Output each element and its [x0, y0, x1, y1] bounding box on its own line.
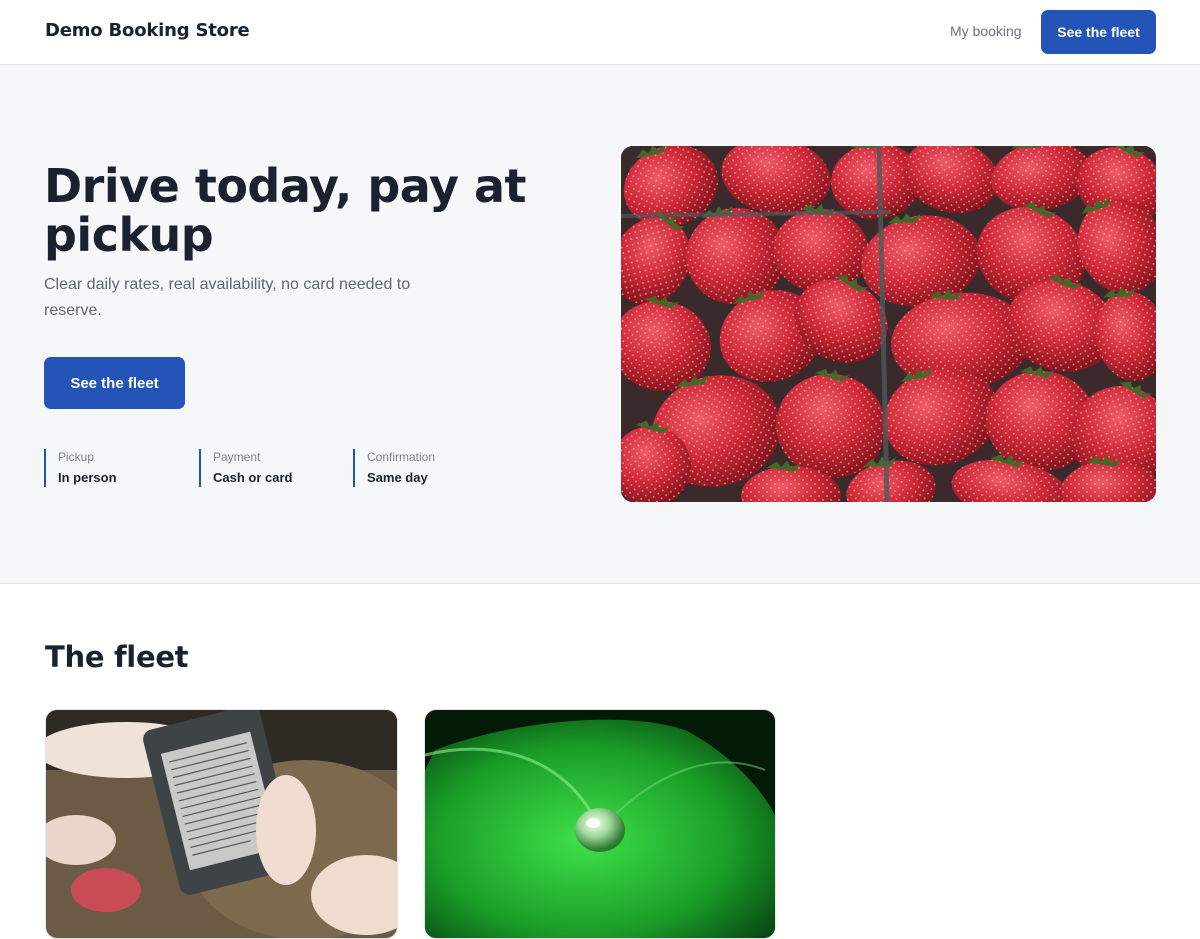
fact-value: In person — [58, 470, 117, 485]
top-navigation-bar: Demo Booking Store My booking See the fl… — [0, 0, 1200, 65]
see-fleet-nav-button[interactable]: See the fleet — [1041, 10, 1156, 54]
hero-title: Drive today, pay at pickup — [44, 159, 526, 262]
fleet-card-leaf[interactable] — [424, 709, 776, 939]
fact-label: Pickup — [58, 450, 95, 464]
fact-pickup: Pickup In person — [44, 449, 117, 487]
fact-label: Confirmation — [367, 450, 436, 464]
fleet-card-ereader[interactable] — [45, 709, 398, 939]
fact-payment: Payment Cash or card — [199, 449, 292, 487]
fact-confirmation: Confirmation Same day — [353, 449, 435, 487]
fleet-section-title: The fleet — [45, 640, 189, 674]
see-fleet-hero-button[interactable]: See the fleet — [44, 357, 185, 409]
ereader-image — [46, 710, 397, 938]
hero-subtitle: Clear daily rates, real availability, no… — [44, 276, 411, 319]
fact-value: Cash or card — [213, 470, 293, 485]
hero-facts: Pickup In person Payment Cash or card Co… — [44, 449, 494, 487]
fact-value: Same day — [367, 470, 428, 485]
fact-label: Payment — [213, 450, 261, 464]
leaf-waterdrop-image — [425, 710, 775, 938]
hero-strawberries-image — [621, 146, 1156, 502]
my-booking-link[interactable]: My booking — [950, 23, 1022, 39]
strawberries-illustration — [621, 146, 1156, 502]
hero-section: Drive today, pay at pickup Clear daily r… — [0, 65, 1200, 584]
brand-logo-text[interactable]: Demo Booking Store — [45, 20, 250, 41]
